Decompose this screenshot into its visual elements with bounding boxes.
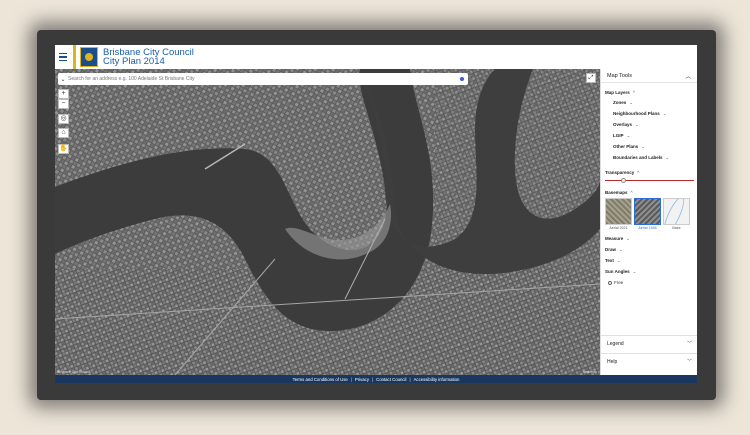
map-attribution-left: Brisbane City Council [57,370,91,374]
chevron-down-icon: ⌄ [635,122,639,127]
tool-text[interactable]: Text ⌄ [605,258,693,264]
chevron-down-icon: ﹀ [686,341,692,347]
help-label: Help [607,358,618,365]
locate-icon[interactable] [460,77,464,81]
chevron-down-icon: ⌄ [641,144,646,149]
tool-label: Draw [605,247,617,252]
basemap-thumbnail [605,198,632,225]
chevron-down-icon[interactable]: ⌄ [58,76,68,83]
transparency-slider[interactable] [605,178,694,183]
tool-sun-angles[interactable]: Sun Angles ⌄ [605,269,693,275]
chevron-down-icon: ⌄ [629,100,634,105]
app-title-line2: City Plan 2014 [103,56,165,67]
map-tools-header[interactable]: Map Tools ︿ [601,69,697,83]
tool-label: Measure [605,236,624,241]
slider-handle[interactable] [620,178,626,183]
basemap-aerial-2021[interactable]: Aerial 2021 [605,198,632,230]
basemap-gallery: Aerial 2021 Aerial 1946 Base [605,198,693,230]
map-layers-toggle[interactable]: Map Layers ^ [605,90,693,95]
pan-icon[interactable]: ✋ [58,144,69,154]
search-input[interactable]: Search for an address e.g. 100 Adelaide … [68,76,460,82]
map-tools-title: Map Tools [607,72,632,79]
footer-link-terms[interactable]: Terms and Conditions of Use [293,377,348,382]
basemap-thumbnail [663,198,690,225]
app-window: Brisbane City Council City Plan 2014 ⌄ S… [55,45,697,383]
layer-label: Neighbourhood Plans [613,111,660,116]
chevron-down-icon: ⌄ [626,236,631,241]
chevron-up-icon: ^ [632,90,635,95]
zoom-out-button[interactable]: − [58,99,69,109]
chevron-down-icon: ⌄ [626,133,631,138]
footer-separator: | [409,376,411,382]
legend-accordion[interactable]: Legend ﹀ [601,335,697,351]
layer-label: LGIP [613,133,624,138]
footer-link-contact[interactable]: Contact Council [376,377,406,382]
layer-zones[interactable]: Zones ⌄ [613,100,693,106]
map-view[interactable]: ⌄ Search for an address e.g. 100 Adelaid… [55,69,600,375]
basemap-aerial-1946[interactable]: Aerial 1946 [634,198,661,230]
free-option[interactable]: Free [608,280,693,285]
map-attribution-right: Nearmap [582,370,597,374]
expand-icon[interactable]: ⤢ [586,73,596,83]
footer-separator: | [350,376,352,382]
help-accordion[interactable]: Help ﹀ [601,353,697,369]
transparency-toggle[interactable]: Transparency ^ [605,170,693,175]
footer: Terms and Conditions of Use | Privacy | … [55,375,697,383]
app-title: Brisbane City Council City Plan 2014 [103,48,194,67]
tool-draw[interactable]: Draw ⌄ [605,247,693,253]
basemap-label: Aerial 2021 [609,226,628,230]
layer-other-plans[interactable]: Other Plans ⌄ [613,144,693,150]
basemap-base[interactable]: Base [663,198,690,230]
layer-label: Overlays [613,122,633,127]
basemaps-label: Basemaps [605,190,628,195]
chevron-up-icon: ^ [630,190,633,195]
basemaps-toggle[interactable]: Basemaps ^ [605,190,693,195]
layer-label: Other Plans [613,144,639,149]
footer-link-privacy[interactable]: Privacy [355,377,369,382]
basemap-label: Aerial 1946 [638,226,657,230]
layer-label: Boundaries and Labels [613,155,663,160]
council-logo [80,47,98,67]
search-bar[interactable]: ⌄ Search for an address e.g. 100 Adelaid… [58,73,468,85]
basemap-label: Base [672,226,681,230]
chevron-up-icon[interactable]: ︿ [685,72,691,80]
basemap-thumbnail [634,198,661,225]
chevron-down-icon: ⌄ [665,155,670,160]
map-tools-panel: Map Tools ︿ Map Layers ^ Zones ⌄ Neighbou… [600,69,697,375]
footer-link-accessibility[interactable]: Accessibility information [414,377,460,382]
compass-icon[interactable]: ◎ [58,114,69,124]
footer-separator: | [371,376,374,382]
layer-boundaries-labels[interactable]: Boundaries and Labels ⌄ [613,155,693,161]
layer-overlays[interactable]: Overlays ⌄ [613,122,693,128]
chevron-down-icon: ﹀ [686,359,692,365]
transparency-label: Transparency [605,170,635,175]
header: Brisbane City Council City Plan 2014 [55,45,697,69]
brand-divider [73,45,76,69]
tool-label: Text [605,258,614,263]
layer-lgip[interactable]: LGIP ⌄ [613,133,693,139]
aerial-imagery [55,69,600,375]
zoom-in-button[interactable]: + [58,89,69,99]
tool-label: Sun Angles [605,269,630,274]
free-label: Free [614,280,624,285]
radio-icon[interactable] [608,280,612,285]
chevron-down-icon: ⌄ [632,269,637,274]
map-layers-label: Map Layers [605,90,630,95]
chevron-down-icon: ⌄ [619,247,623,252]
tool-measure[interactable]: Measure ⌄ [605,236,693,242]
layer-neighbourhood-plans[interactable]: Neighbourhood Plans ⌄ [613,111,693,117]
home-icon[interactable]: ⌂ [58,128,69,138]
chevron-down-icon: ⌄ [616,258,621,263]
layer-label: Zones [613,100,627,105]
legend-label: Legend [607,340,624,347]
menu-icon[interactable] [55,45,71,69]
chevron-down-icon: ⌄ [662,111,667,116]
chevron-up-icon: ^ [637,170,640,175]
